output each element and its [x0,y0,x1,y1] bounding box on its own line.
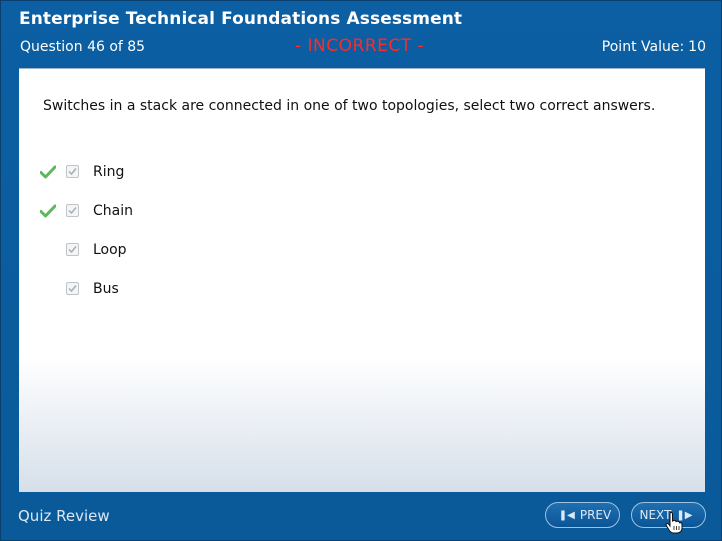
answer-label: Bus [93,281,119,297]
checkmark-icon [40,165,56,179]
answer-option[interactable]: Loop [19,240,419,262]
answer-checkbox[interactable] [66,282,79,295]
checkmark-icon [40,204,56,218]
question-text: Switches in a stack are connected in one… [43,98,656,114]
answer-option[interactable]: Ring [19,162,419,184]
answer-option[interactable]: Chain [19,201,419,223]
answer-label: Ring [93,164,125,180]
point-value: Point Value: 10 [598,39,706,55]
point-value-label: Point Value: [601,39,685,55]
prev-button-label: PREV [579,508,612,522]
answer-label: Loop [93,242,127,258]
quiz-window: Enterprise Technical Foundations Assessm… [0,0,722,541]
answer-checkbox[interactable] [66,204,79,217]
question-panel: Switches in a stack are connected in one… [19,68,705,492]
quiz-title: Enterprise Technical Foundations Assessm… [19,9,463,29]
answer-option[interactable]: Bus [19,279,419,301]
quiz-review-label: Quiz Review [18,507,110,525]
answer-checkbox[interactable] [66,165,79,178]
point-value-number: 10 [688,39,706,55]
question-progress: Question 46 of 85 [20,39,146,55]
answer-checkbox[interactable] [66,243,79,256]
prev-icon: ❚◀ [558,509,575,521]
prev-button[interactable]: ❚◀ PREV [545,502,620,528]
hand-cursor-icon [665,512,683,534]
answer-label: Chain [93,203,133,219]
answer-status: - INCORRECT - [295,36,425,56]
